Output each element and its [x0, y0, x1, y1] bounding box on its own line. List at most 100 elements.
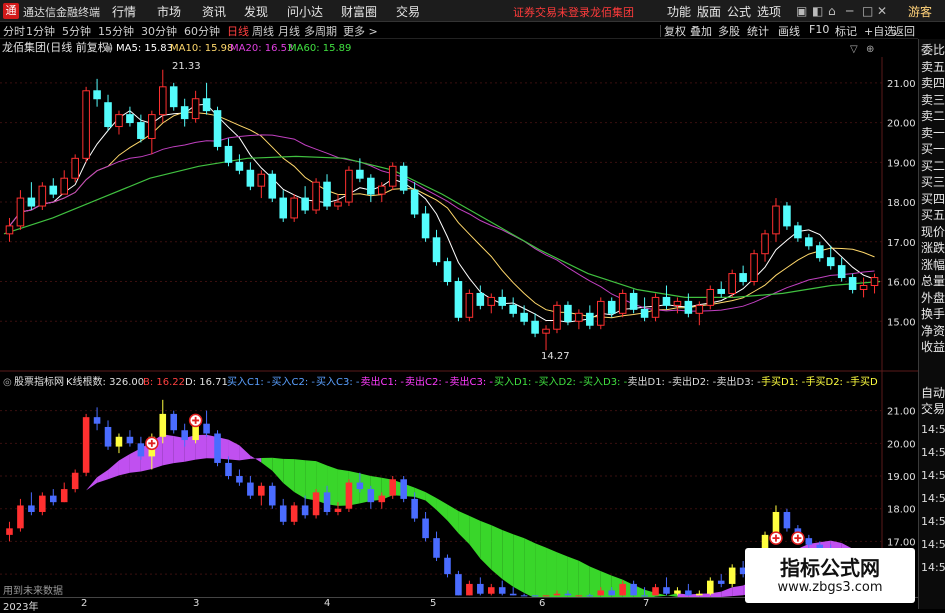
toolbar-diejia[interactable]: 叠加 [690, 23, 712, 39]
period-daily[interactable]: 日线 [227, 23, 249, 39]
signal-label: 卖出D3: - [717, 375, 762, 388]
indicator-bar-body [663, 587, 670, 594]
chart-zoom-icon[interactable]: ⊕ [866, 44, 874, 55]
indicator-settings-icon[interactable]: ◎ [3, 377, 12, 388]
candle-body [367, 177, 375, 195]
login-notice[interactable]: 证券交易未登录 [513, 4, 590, 20]
period-fenshi[interactable]: 分时 [3, 23, 25, 39]
ribbon-segment [502, 529, 514, 587]
watermark-banner: 指标公式网 www.zbgs3.com [745, 548, 915, 603]
period-60min[interactable]: 60分钟 [184, 23, 220, 39]
period-5min[interactable]: 5分钟 [62, 23, 91, 39]
menu-zixun[interactable]: 资讯 [202, 3, 226, 20]
menu-banmian[interactable]: 版面 [697, 3, 721, 20]
candle-body [805, 237, 813, 247]
candle-body [148, 114, 156, 139]
quote-field-label[interactable]: 现价 [921, 225, 945, 239]
quote-field-label[interactable]: 委比 [921, 43, 945, 57]
indicator-bar-body [433, 538, 440, 558]
period-15min[interactable]: 15分钟 [98, 23, 134, 39]
ribbon-segment [535, 543, 547, 600]
toolbar-biaoji[interactable]: 标记 [835, 23, 857, 39]
maximize-icon[interactable]: □ [862, 4, 873, 18]
candle-body [323, 181, 331, 207]
quote-field-label[interactable]: 买四 [921, 192, 945, 206]
menu-xuanxiang[interactable]: 选项 [757, 3, 781, 20]
quote-field-label[interactable]: 涨跌 [921, 241, 945, 255]
quote-field-label[interactable]: 换手 [921, 307, 945, 321]
quote-field-label[interactable]: 卖一 [921, 126, 945, 140]
period-monthly[interactable]: 月线 [278, 23, 300, 39]
candle-body [104, 102, 112, 128]
menu-gongshi[interactable]: 公式 [727, 3, 751, 20]
menu-hangqing[interactable]: 行情 [112, 3, 136, 20]
quote-field-label[interactable]: 收益 [921, 340, 945, 354]
toolbar-back[interactable]: 返回 [893, 23, 915, 39]
period-weekly[interactable]: 周线 [252, 23, 274, 39]
ma60-label: MA60: 15.89 [288, 43, 351, 54]
quote-field-label[interactable]: 买三 [921, 175, 945, 189]
toolbar-huaxian[interactable]: 画线 [778, 23, 800, 39]
period-30min[interactable]: 30分钟 [141, 23, 177, 39]
sell-signal-icon [188, 413, 203, 428]
quote-field-label[interactable]: 外盘 [921, 291, 945, 305]
signal-label: 买入C1: - [227, 376, 271, 388]
indicator-bar-body [728, 567, 736, 584]
toolbar-add-watchlist[interactable]: +自选 [864, 23, 895, 39]
indicator-bar-body [696, 593, 703, 596]
candle-body [553, 304, 561, 330]
quote-field-label[interactable]: 卖五 [921, 60, 945, 74]
minimize-icon[interactable]: ─ [846, 4, 853, 18]
restore-icon[interactable]: ◧ [812, 4, 823, 18]
quote-field-label[interactable]: 卖三 [921, 93, 945, 107]
menu-shichang[interactable]: 市场 [157, 3, 181, 20]
period-more[interactable]: 更多 > [343, 23, 378, 39]
settings-icon[interactable]: ◉ [104, 43, 113, 54]
ribbon-segment [721, 587, 733, 597]
menu-wenxiaoda[interactable]: 问小达 [287, 3, 323, 20]
quote-field-label[interactable]: 买二 [921, 159, 945, 173]
menu-jiaoyi[interactable]: 交易 [396, 3, 420, 20]
menu-gongneng[interactable]: 功能 [667, 3, 691, 20]
quote-field-label[interactable]: 卖四 [921, 76, 945, 90]
indicator-bar-body [378, 495, 386, 503]
period-1min[interactable]: 1分钟 [26, 23, 55, 39]
panel-auto-label[interactable]: 自动 [921, 386, 945, 400]
candle-body [137, 122, 145, 139]
close-icon[interactable]: ✕ [877, 4, 887, 18]
period-multi[interactable]: 多周期 [304, 23, 337, 39]
candle-body [334, 201, 342, 207]
toolbar-f10[interactable]: F10 [809, 23, 829, 36]
panel-trade-label[interactable]: 交易 [921, 402, 945, 416]
chart-area[interactable]: 龙佰集团(日线 前复权) ◉ MA5: 15.83 MA10: 15.98 MA… [0, 39, 918, 609]
toolbar-duogu[interactable]: 多股 [718, 23, 740, 39]
quote-field-label[interactable]: 买五 [921, 208, 945, 222]
quote-field-label[interactable]: 买一 [921, 142, 945, 156]
quote-field-label[interactable]: 卖二 [921, 109, 945, 123]
ribbon-segment [272, 457, 284, 483]
menu-caifuquan[interactable]: 财富圈 [341, 3, 377, 20]
price-tick-label: 20.00 [887, 119, 916, 130]
skin-icon[interactable]: ▣ [796, 4, 807, 18]
toolbar-tongji[interactable]: 统计 [747, 23, 769, 39]
main-stock-label: 龙佰集团(日线 前复权) [2, 40, 113, 54]
kline-chart-svg[interactable]: 龙佰集团(日线 前复权) ◉ MA5: 15.83 MA10: 15.98 MA… [0, 39, 918, 609]
quote-field-label[interactable]: 总量 [921, 274, 945, 288]
candle-body [5, 225, 14, 235]
indicator-bar-body [389, 479, 397, 496]
menu-faxian[interactable]: 发现 [244, 3, 268, 20]
ribbon-segment [524, 538, 536, 599]
lock-icon[interactable]: ⌂ [828, 4, 836, 18]
indicator-bar-body [290, 505, 298, 522]
quote-field-label[interactable]: 净资 [921, 324, 945, 338]
guest-label[interactable]: 游客 [908, 3, 932, 20]
toolbar-fuquan[interactable]: 复权 [664, 23, 686, 39]
chart-expand-icon[interactable]: ▽ [850, 44, 858, 55]
date-label: 2023年 [3, 602, 39, 613]
indicator-bar-body [422, 518, 429, 539]
indicator-bar-body [301, 505, 309, 516]
candle-body [16, 197, 25, 227]
candle-body [49, 185, 58, 195]
candle-body [542, 328, 550, 334]
quote-field-label[interactable]: 涨幅 [921, 258, 945, 272]
